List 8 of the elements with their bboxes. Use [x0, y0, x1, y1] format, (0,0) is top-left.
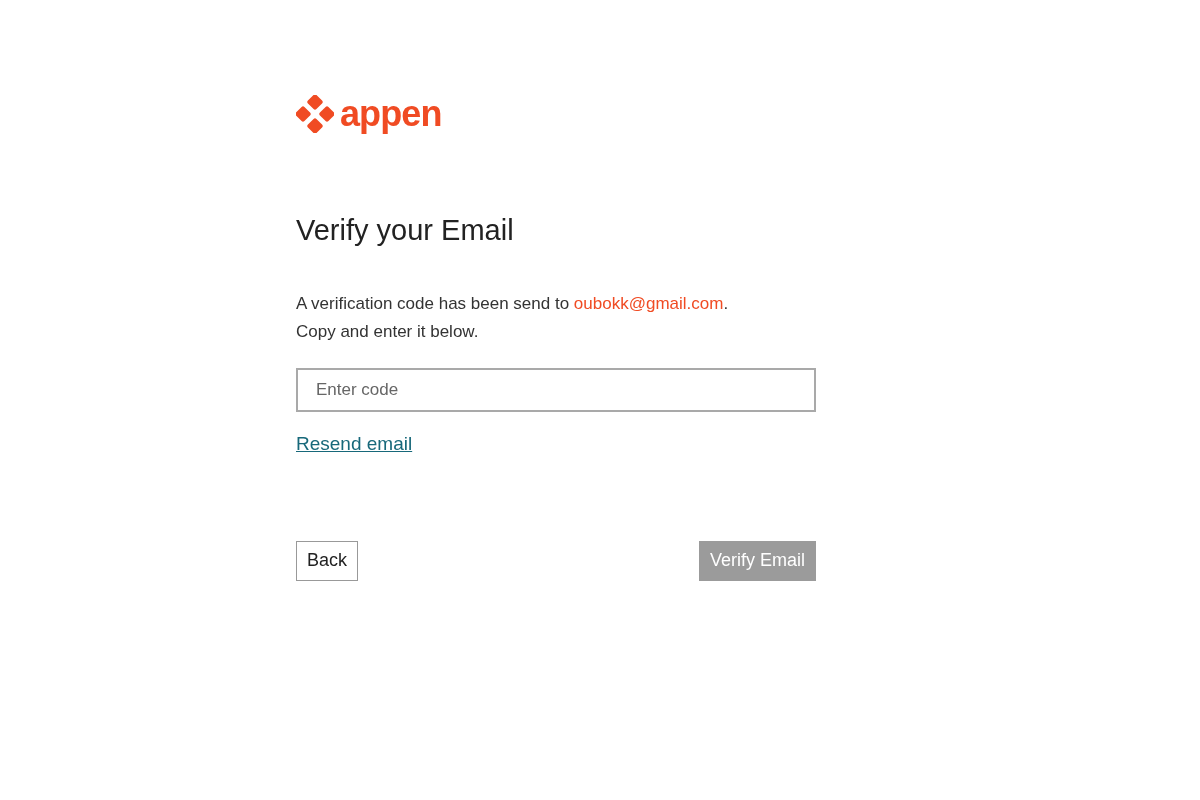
resend-email-link[interactable]: Resend email: [296, 430, 413, 459]
logo-text: appen: [340, 96, 442, 132]
email-link[interactable]: oubokk@gmail.com: [573, 294, 724, 313]
code-input-field[interactable]: Enter code: [296, 368, 816, 412]
page-heading: Verify your Email: [296, 213, 514, 248]
logo-icon: [296, 95, 334, 133]
back-button[interactable]: Back: [296, 540, 359, 581]
instruction-text: A verification code has been send to oubokk@gmail.com. Copy and enter it below.: [296, 293, 729, 343]
